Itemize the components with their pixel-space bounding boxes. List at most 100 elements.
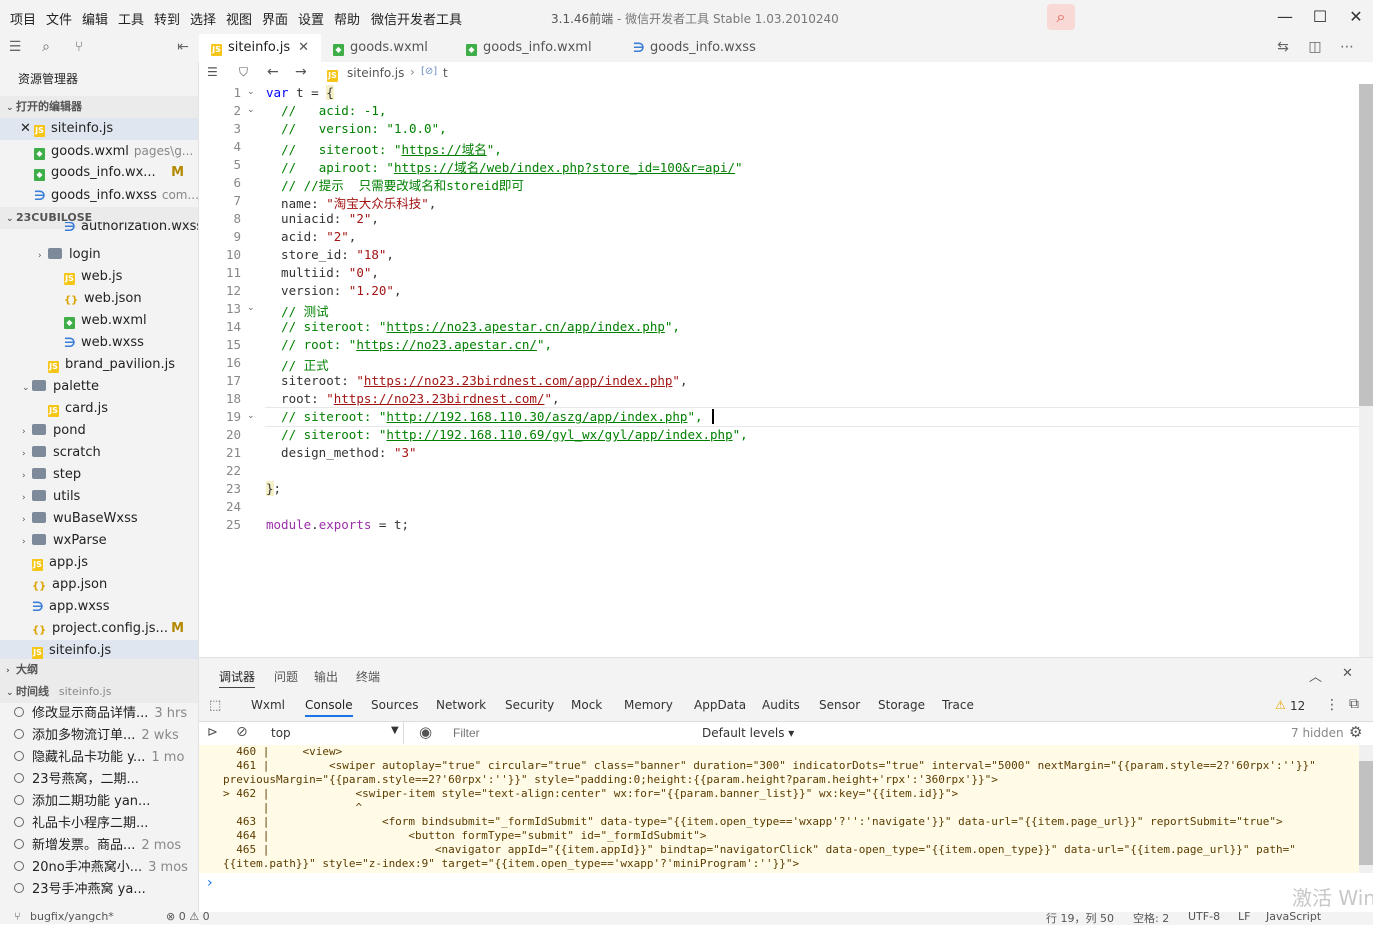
timeline-item[interactable]: 添加二期功能 yan... [0, 791, 198, 813]
tree-item[interactable]: JS brand_pavilion.js [0, 354, 198, 376]
tree-item[interactable]: ∋ authorization.wxss [0, 222, 198, 236]
explorer-icon[interactable]: ☰ [6, 38, 24, 56]
devtools-tab-network[interactable]: Network [436, 698, 486, 712]
open-editor-item[interactable]: ✕ JS siteinfo.js [0, 118, 198, 140]
menu-item-0[interactable]: 项目 [10, 9, 36, 28]
indentation[interactable]: 空格: 2 [1133, 912, 1169, 924]
console-filter-input[interactable] [451, 723, 691, 743]
console-scrollbar-thumb[interactable] [1359, 761, 1373, 865]
branch-name[interactable]: bugfix/yangch* [30, 912, 114, 923]
minimize-icon[interactable]: — [1272, 6, 1298, 28]
devtools-tab-wxml[interactable]: Wxml [251, 698, 285, 712]
tree-item[interactable]: › scratch [0, 442, 198, 464]
tree-item[interactable]: › wuBaseWxss [0, 508, 198, 530]
tree-item[interactable]: {} web.json [0, 288, 198, 310]
context-select[interactable]: top ▼ [263, 722, 404, 744]
editor-tab-3[interactable]: ∋ goods_info.wxss [621, 34, 781, 62]
editor-tab-0[interactable]: JS siteinfo.js ✕ [199, 34, 321, 62]
tree-item[interactable]: {} project.config.js... M [0, 618, 198, 640]
console-scrollbar[interactable] [1359, 745, 1373, 873]
compare-icon[interactable]: ⇆ [1274, 38, 1292, 56]
tree-item[interactable]: JS card.js [0, 398, 198, 420]
open-editor-item[interactable]: ◆ goods.wxml pages\g... [0, 140, 198, 162]
warning-count[interactable]: 12 [1290, 699, 1305, 713]
fold-chevron-icon[interactable]: ⌄ [247, 411, 255, 421]
more-icon[interactable]: ⋯ [1338, 38, 1356, 56]
outline-section[interactable]: › 大纲 [0, 659, 198, 681]
settings-icon[interactable]: ⚙ [1349, 723, 1362, 741]
bookmark-icon[interactable]: ⛉ [239, 65, 248, 80]
inspect-icon[interactable]: ⬚ [209, 698, 221, 713]
timeline-section[interactable]: ⌄ 时间线 siteinfo.js [0, 681, 198, 703]
source-control-icon[interactable]: ⑂ [70, 38, 88, 56]
search-icon[interactable]: ⌕ [37, 38, 55, 56]
timeline-item[interactable]: 修改显示商品详情... 3 hrs [0, 703, 198, 725]
menu-item-6[interactable]: 视图 [226, 9, 252, 28]
breadcrumb-file[interactable]: siteinfo.js [347, 66, 404, 80]
open-editor-item[interactable]: ◆ goods_info.wx... M [0, 162, 198, 184]
back-icon[interactable]: ← [267, 64, 279, 80]
language-mode[interactable]: JavaScript [1266, 912, 1321, 923]
tree-item[interactable]: › utils [0, 486, 198, 508]
panel-tab-1[interactable]: 问题 [274, 668, 298, 685]
timeline-item[interactable]: 添加多物流订单... 2 wks [0, 725, 198, 747]
devtools-tab-audits[interactable]: Audits [762, 698, 800, 712]
chevron-up-icon[interactable]: ︿ [1309, 666, 1322, 685]
open-editor-item[interactable]: ∋ goods_info.wxss com... [0, 184, 198, 206]
search-icon[interactable]: ⌕ [1047, 4, 1075, 30]
maximize-icon[interactable]: ☐ [1307, 6, 1333, 28]
code-editor[interactable]: 1 ⌄ var t = {2 ⌄ // acid: -1, 3 // version: … [199, 84, 1373, 657]
undock-icon[interactable]: ⧉ [1349, 696, 1359, 712]
menu-item-5[interactable]: 选择 [190, 9, 216, 28]
encoding[interactable]: UTF-8 [1188, 912, 1220, 923]
open-editors-section[interactable]: ⌄ 打开的编辑器 [0, 96, 198, 118]
split-editor-icon[interactable]: ◫ [1306, 38, 1324, 56]
editor-tab-1[interactable]: ◆ goods.wxml [321, 34, 454, 62]
fold-chevron-icon[interactable]: ⌄ [247, 303, 255, 313]
devtools-tab-mock[interactable]: Mock [571, 698, 602, 712]
tree-item[interactable]: JS web.js [0, 266, 198, 288]
devtools-tab-sensor[interactable]: Sensor [819, 698, 860, 712]
editor-tab-2[interactable]: ◆ goods_info.wxml [454, 34, 621, 62]
breadcrumb-symbol[interactable]: t [443, 66, 448, 80]
devtools-tab-storage[interactable]: Storage [878, 698, 925, 712]
close-icon[interactable]: ✕ [20, 118, 34, 140]
list-icon[interactable]: ☰ [207, 65, 218, 79]
devtools-tab-console[interactable]: Console [305, 698, 353, 717]
close-icon[interactable]: ✕ [298, 40, 309, 55]
devtools-tab-security[interactable]: Security [505, 698, 554, 712]
tree-item[interactable]: › pond [0, 420, 198, 442]
tree-item[interactable]: ∋ app.wxss [0, 596, 198, 618]
kebab-menu-icon[interactable]: ⋮ [1325, 697, 1339, 713]
tree-item[interactable]: › step [0, 464, 198, 486]
menu-item-2[interactable]: 编辑 [82, 9, 108, 28]
clear-console-icon[interactable]: ⊘ [236, 724, 248, 740]
timeline-item[interactable]: 23号燕窝，二期... [0, 769, 198, 791]
tree-item[interactable]: ◆ web.wxml [0, 310, 198, 332]
devtools-tab-trace[interactable]: Trace [942, 698, 974, 712]
devtools-tab-sources[interactable]: Sources [371, 698, 418, 712]
tree-item[interactable]: JS app.js [0, 552, 198, 574]
menu-item-1[interactable]: 文件 [46, 9, 72, 28]
menu-item-4[interactable]: 转到 [154, 9, 180, 28]
editor-scrollbar-thumb[interactable] [1359, 84, 1373, 406]
timeline-item[interactable]: 23号手冲燕窝 ya... [0, 879, 198, 901]
cursor-position[interactable]: 行 19，列 50 [1046, 912, 1114, 924]
panel-tab-3[interactable]: 终端 [356, 668, 380, 685]
menu-item-7[interactable]: 界面 [262, 9, 288, 28]
menu-item-3[interactable]: 工具 [118, 9, 144, 28]
forward-icon[interactable]: → [295, 64, 307, 80]
devtools-tab-memory[interactable]: Memory [624, 698, 673, 712]
close-panel-icon[interactable]: ✕ [1342, 666, 1353, 681]
devtools-tab-appdata[interactable]: AppData [694, 698, 746, 712]
collapse-sidebar-icon[interactable]: ⇤ [174, 38, 192, 56]
close-icon[interactable]: ✕ [1343, 6, 1369, 28]
tree-item[interactable]: ∋ web.wxss [0, 332, 198, 354]
log-levels-dropdown[interactable]: Default levels ▾ [702, 726, 794, 740]
tree-item[interactable]: {} app.json [0, 574, 198, 596]
problems-count[interactable]: ⊗ 0 ⚠ 0 [166, 912, 210, 923]
sidebar-toggle-icon[interactable]: ⊳ [207, 725, 218, 740]
panel-tab-0[interactable]: 调试器 [219, 668, 256, 688]
menu-item-10[interactable]: 微信开发者工具 [371, 9, 462, 28]
tree-item[interactable]: › wxParse [0, 530, 198, 552]
